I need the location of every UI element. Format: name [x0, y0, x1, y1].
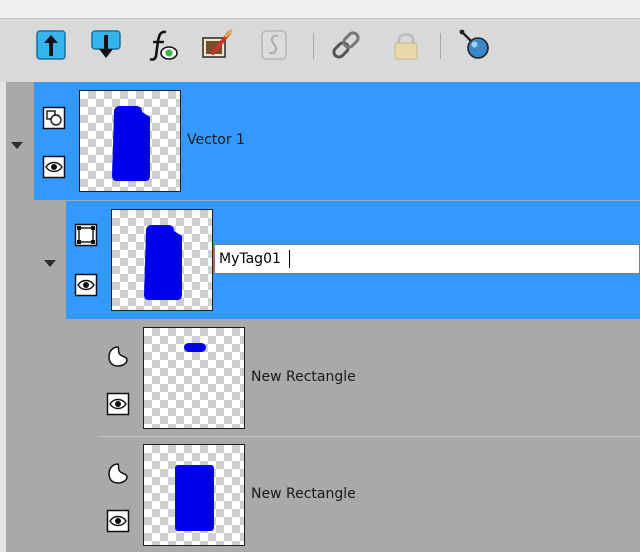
paint-layer-button[interactable]	[199, 27, 235, 63]
move-layer-down-button[interactable]	[88, 27, 124, 63]
lock-layer-icon	[394, 33, 418, 60]
move-layer-up-icon	[36, 30, 66, 60]
layer-effects-icon	[149, 30, 178, 61]
visibility-eye-icon[interactable]	[106, 509, 130, 533]
move-layer-up-button[interactable]	[33, 27, 69, 63]
expand-arrow-icon[interactable]	[44, 260, 56, 267]
paint-layer-icon	[202, 29, 233, 58]
layer-name-vector-1[interactable]: Vector 1	[187, 132, 245, 148]
window-top-strip	[0, 0, 640, 18]
layer-name-rect-2[interactable]: New Rectangle	[251, 486, 356, 502]
group-layer-type-icon	[74, 223, 98, 247]
vector-layer-button[interactable]	[256, 27, 292, 63]
visibility-eye-icon[interactable]	[74, 273, 98, 297]
layer-thumbnail-rect-1	[143, 327, 245, 429]
visibility-eye-icon[interactable]	[42, 155, 66, 179]
text-cursor	[289, 250, 290, 268]
link-layers-icon	[332, 31, 360, 59]
layer-thumbnail-vector-1	[79, 90, 181, 192]
shape-layer-type-icon	[106, 461, 130, 485]
link-layers-button[interactable]	[328, 27, 364, 63]
layer-name-input[interactable]	[214, 244, 640, 274]
toolbar-separator	[313, 33, 314, 59]
vector-layer-disabled-icon	[261, 30, 287, 60]
layer-tag-button[interactable]	[457, 27, 493, 63]
layers-panel-gutter	[0, 82, 6, 552]
layer-thumbnail-rect-2	[143, 444, 245, 546]
layer-thumbnail-mytag01	[111, 209, 213, 311]
vector-layer-type-icon	[42, 106, 66, 130]
toolbar-separator	[440, 33, 441, 59]
layer-tag-icon	[459, 29, 489, 59]
move-layer-down-icon	[91, 30, 121, 58]
layers-toolbar	[0, 18, 640, 83]
layer-effects-button[interactable]	[144, 27, 180, 63]
visibility-eye-icon[interactable]	[106, 392, 130, 416]
lock-layer-button[interactable]	[388, 27, 424, 63]
expand-arrow-icon[interactable]	[11, 142, 23, 149]
layer-name-rect-1[interactable]: New Rectangle	[251, 369, 356, 385]
shape-layer-type-icon	[106, 344, 130, 368]
